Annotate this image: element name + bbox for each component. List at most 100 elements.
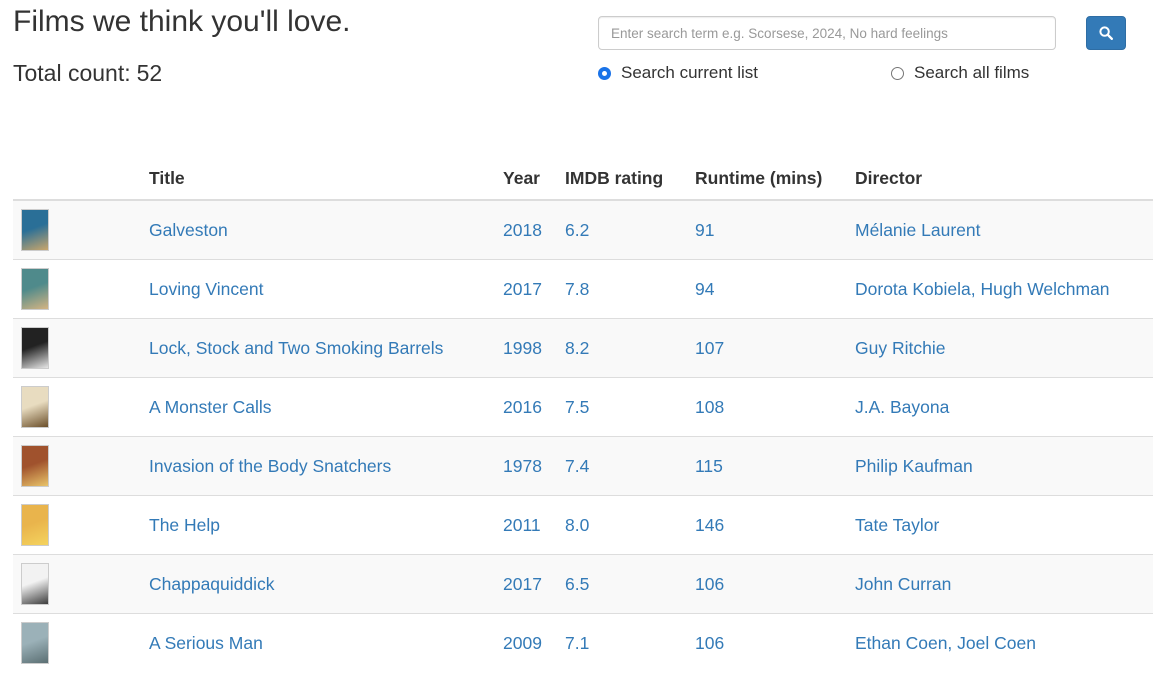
title-link[interactable]: Lock, Stock and Two Smoking Barrels bbox=[149, 338, 443, 358]
year-cell: 1978 bbox=[503, 436, 565, 496]
column-header-runtime[interactable]: Runtime (mins) bbox=[695, 157, 855, 201]
table-header-row: Title Year IMDB rating Runtime (mins) Di… bbox=[13, 157, 1153, 201]
rating-link[interactable]: 6.5 bbox=[565, 574, 589, 594]
title-link[interactable]: Galveston bbox=[149, 220, 228, 240]
runtime-link[interactable]: 107 bbox=[695, 338, 724, 358]
title-link[interactable]: A Serious Man bbox=[149, 633, 263, 653]
search-input[interactable] bbox=[598, 16, 1056, 50]
title-cell: The Help bbox=[149, 495, 503, 555]
title-cell: A Monster Calls bbox=[149, 377, 503, 437]
title-cell: Lock, Stock and Two Smoking Barrels bbox=[149, 318, 503, 378]
runtime-cell: 108 bbox=[695, 377, 855, 437]
column-header-imdb-rating[interactable]: IMDB rating bbox=[565, 157, 695, 201]
films-table: Title Year IMDB rating Runtime (mins) Di… bbox=[13, 157, 1153, 672]
column-header-title[interactable]: Title bbox=[149, 157, 503, 201]
rating-link[interactable]: 7.4 bbox=[565, 456, 589, 476]
total-count-label: Total count: bbox=[13, 60, 131, 86]
title-link[interactable]: Chappaquiddick bbox=[149, 574, 275, 594]
rating-link[interactable]: 8.2 bbox=[565, 338, 589, 358]
title-link[interactable]: Invasion of the Body Snatchers bbox=[149, 456, 391, 476]
year-link[interactable]: 2009 bbox=[503, 633, 542, 653]
poster-thumbnail[interactable] bbox=[21, 504, 49, 546]
poster-thumbnail[interactable] bbox=[21, 445, 49, 487]
poster-cell bbox=[13, 318, 149, 378]
director-link[interactable]: Guy Ritchie bbox=[855, 338, 945, 358]
year-cell: 1998 bbox=[503, 318, 565, 378]
poster-cell bbox=[13, 259, 149, 319]
table-row: A Monster Calls 2016 7.5 108 J.A. Bayona bbox=[13, 377, 1153, 437]
year-link[interactable]: 2011 bbox=[503, 515, 541, 535]
table-row: Loving Vincent 2017 7.8 94 Dorota Kobiela, H… bbox=[13, 259, 1153, 319]
poster-thumbnail[interactable] bbox=[21, 209, 49, 251]
year-link[interactable]: 2017 bbox=[503, 279, 542, 299]
runtime-cell: 106 bbox=[695, 613, 855, 672]
director-link[interactable]: Dorota Kobiela, Hugh Welchman bbox=[855, 279, 1110, 299]
radio-button-all-films[interactable] bbox=[891, 66, 904, 80]
director-link[interactable]: J.A. Bayona bbox=[855, 397, 949, 417]
poster-thumbnail[interactable] bbox=[21, 327, 49, 369]
runtime-cell: 91 bbox=[695, 199, 855, 260]
rating-link[interactable]: 6.2 bbox=[565, 220, 589, 240]
table-row: A Serious Man 2009 7.1 106 Ethan Coen, Joel … bbox=[13, 613, 1153, 672]
search-icon bbox=[1099, 26, 1113, 40]
title-link[interactable]: Loving Vincent bbox=[149, 279, 264, 299]
radio-search-all-films[interactable]: Search all films bbox=[891, 63, 1029, 83]
director-link[interactable]: John Curran bbox=[855, 574, 951, 594]
search-button[interactable] bbox=[1086, 16, 1126, 50]
runtime-cell: 94 bbox=[695, 259, 855, 319]
column-header-year[interactable]: Year bbox=[503, 157, 565, 201]
director-cell: John Curran bbox=[855, 554, 1153, 614]
radio-button-current-list[interactable] bbox=[598, 66, 611, 80]
table-row: Lock, Stock and Two Smoking Barrels 1998 8… bbox=[13, 318, 1153, 378]
year-link[interactable]: 1998 bbox=[503, 338, 542, 358]
runtime-link[interactable]: 115 bbox=[695, 456, 723, 476]
director-link[interactable]: Tate Taylor bbox=[855, 515, 939, 535]
rating-link[interactable]: 7.5 bbox=[565, 397, 589, 417]
year-link[interactable]: 2018 bbox=[503, 220, 542, 240]
rating-link[interactable]: 7.1 bbox=[565, 633, 589, 653]
rating-cell: 8.2 bbox=[565, 318, 695, 378]
poster-thumbnail[interactable] bbox=[21, 268, 49, 310]
director-cell: J.A. Bayona bbox=[855, 377, 1153, 437]
runtime-link[interactable]: 146 bbox=[695, 515, 724, 535]
poster-thumbnail[interactable] bbox=[21, 563, 49, 605]
year-cell: 2016 bbox=[503, 377, 565, 437]
poster-cell bbox=[13, 436, 149, 496]
director-cell: Dorota Kobiela, Hugh Welchman bbox=[855, 259, 1153, 319]
poster-thumbnail[interactable] bbox=[21, 622, 49, 664]
year-cell: 2017 bbox=[503, 259, 565, 319]
runtime-link[interactable]: 108 bbox=[695, 397, 724, 417]
rating-link[interactable]: 8.0 bbox=[565, 515, 589, 535]
director-cell: Ethan Coen, Joel Coen bbox=[855, 613, 1153, 672]
runtime-link[interactable]: 91 bbox=[695, 220, 714, 240]
total-count-value: 52 bbox=[136, 60, 163, 86]
year-link[interactable]: 2016 bbox=[503, 397, 542, 417]
runtime-cell: 115 bbox=[695, 436, 855, 496]
director-link[interactable]: Mélanie Laurent bbox=[855, 220, 981, 240]
total-count: Total count: 52 bbox=[13, 58, 162, 88]
title-link[interactable]: A Monster Calls bbox=[149, 397, 272, 417]
table-row: Galveston 2018 6.2 91 Mélanie Laurent bbox=[13, 199, 1153, 260]
page-title: Films we think you'll love. bbox=[13, 5, 351, 38]
runtime-link[interactable]: 94 bbox=[695, 279, 714, 299]
title-link[interactable]: The Help bbox=[149, 515, 220, 535]
poster-thumbnail[interactable] bbox=[21, 386, 49, 428]
rating-link[interactable]: 7.8 bbox=[565, 279, 589, 299]
runtime-link[interactable]: 106 bbox=[695, 633, 724, 653]
radio-search-current-list[interactable]: Search current list bbox=[598, 63, 758, 83]
year-cell: 2018 bbox=[503, 199, 565, 260]
poster-cell bbox=[13, 554, 149, 614]
director-link[interactable]: Philip Kaufman bbox=[855, 456, 973, 476]
rating-cell: 7.1 bbox=[565, 613, 695, 672]
rating-cell: 7.8 bbox=[565, 259, 695, 319]
poster-cell bbox=[13, 377, 149, 437]
runtime-cell: 146 bbox=[695, 495, 855, 555]
director-cell: Guy Ritchie bbox=[855, 318, 1153, 378]
runtime-link[interactable]: 106 bbox=[695, 574, 724, 594]
rating-cell: 8.0 bbox=[565, 495, 695, 555]
director-link[interactable]: Ethan Coen, Joel Coen bbox=[855, 633, 1036, 653]
column-header-director[interactable]: Director bbox=[855, 157, 1153, 201]
title-cell: Chappaquiddick bbox=[149, 554, 503, 614]
year-link[interactable]: 2017 bbox=[503, 574, 542, 594]
year-link[interactable]: 1978 bbox=[503, 456, 542, 476]
